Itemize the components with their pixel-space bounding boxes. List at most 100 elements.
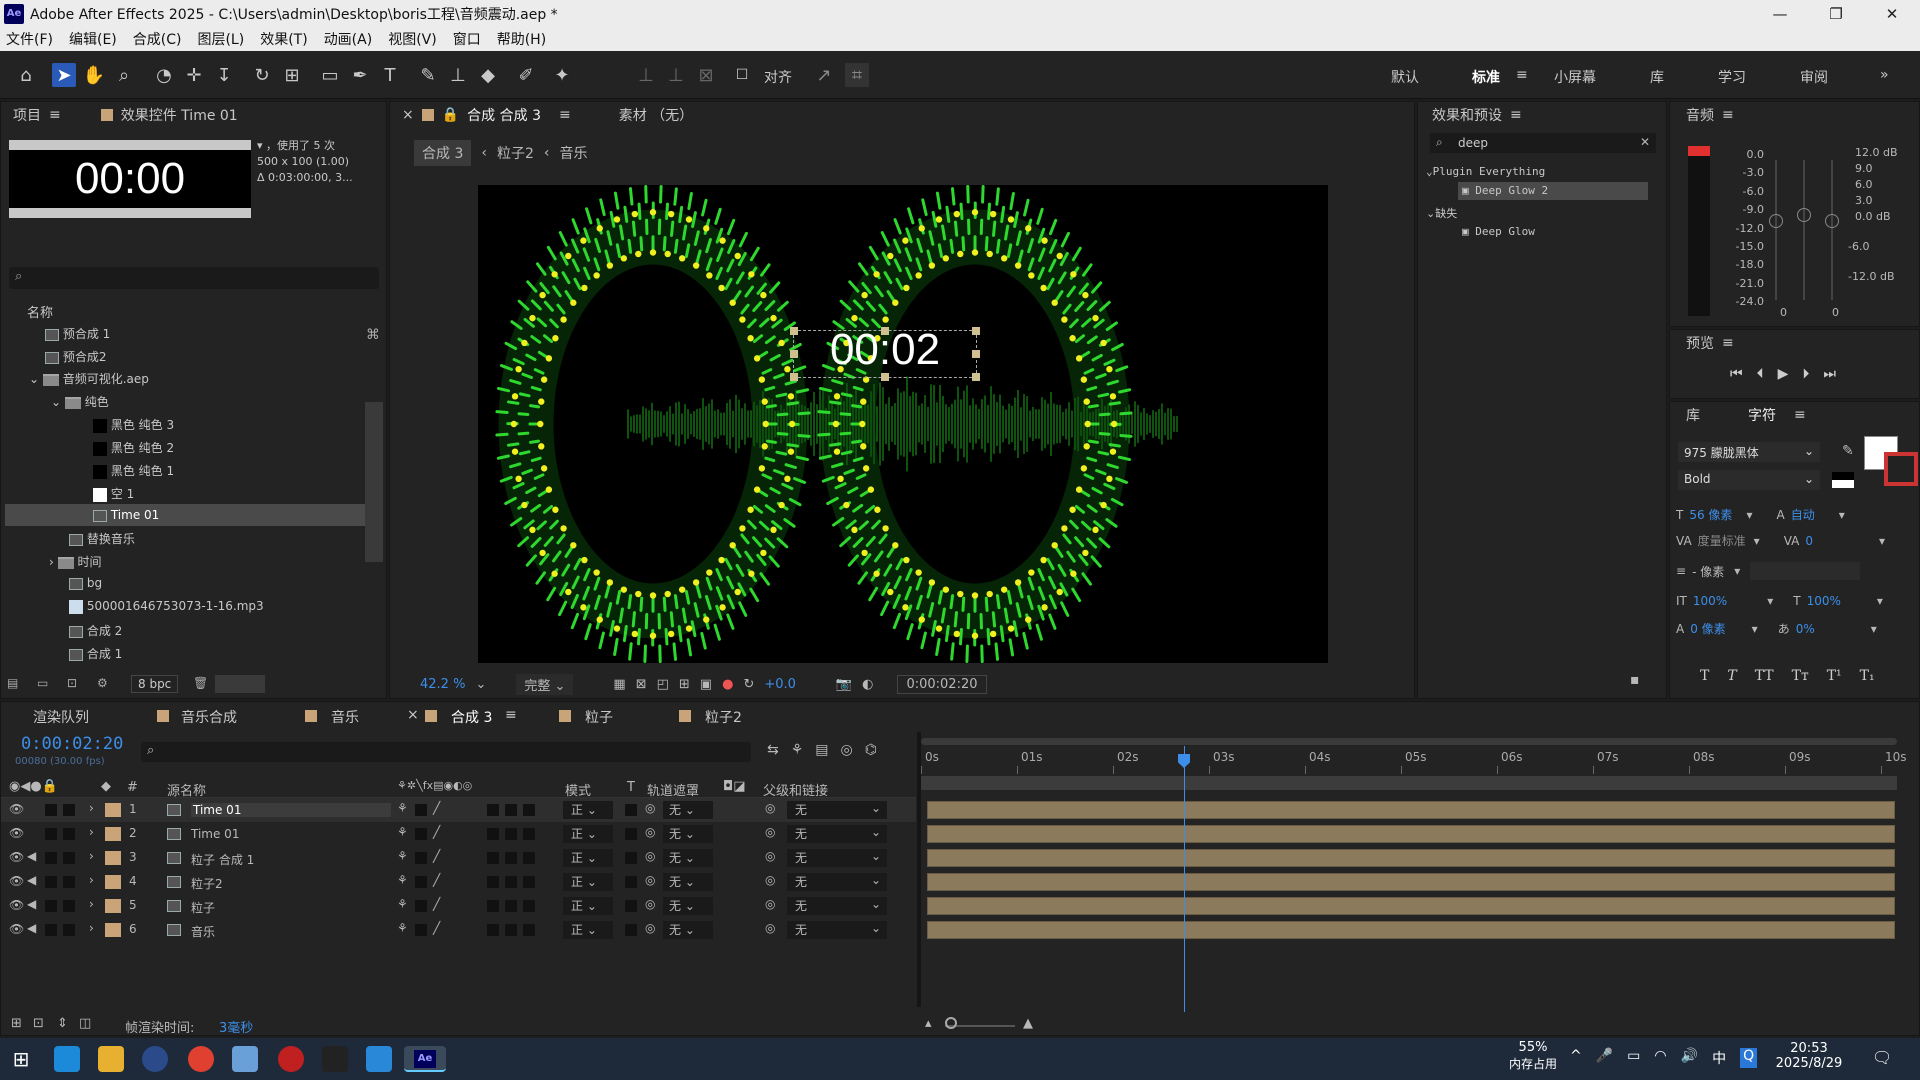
collapse-switch[interactable] bbox=[415, 828, 427, 840]
roto-brush-icon[interactable]: ✐ bbox=[514, 63, 538, 87]
stroke-width-value[interactable]: - 像素 bbox=[1692, 563, 1724, 580]
zoom-value[interactable]: 42.2 % bbox=[420, 677, 465, 692]
zoom-slider-knob[interactable] bbox=[945, 1017, 957, 1029]
layer-row[interactable]: 👁 › 2 Time 01 ⚘ ╱ 正 ⌄ ◎ 无 ⌄ ◎ 无 ⌄ bbox=[1, 822, 916, 846]
orbit-camera-icon[interactable]: ◔ bbox=[152, 63, 176, 87]
superscript-button[interactable]: T¹ bbox=[1827, 668, 1842, 684]
tracking-dropdown[interactable]: ▾ bbox=[1879, 534, 1885, 548]
grid-icon[interactable]: ⊞ bbox=[679, 677, 690, 692]
column-mode[interactable]: 模式 bbox=[565, 780, 591, 799]
draft-3d-icon[interactable]: ⚘ bbox=[791, 742, 804, 758]
adjustment-switch[interactable] bbox=[505, 852, 517, 864]
interpret-footage-icon[interactable]: ▤ bbox=[7, 676, 18, 690]
panel-menu-icon[interactable]: ≡ bbox=[559, 107, 571, 123]
tab-comp3[interactable]: 合成 3 bbox=[451, 707, 492, 727]
collapse-switch[interactable] bbox=[415, 876, 427, 888]
close-tab-icon[interactable]: × bbox=[407, 707, 419, 723]
preserve-transparency[interactable] bbox=[625, 852, 637, 864]
swap-colors-icon[interactable] bbox=[1832, 472, 1854, 488]
app-icon[interactable] bbox=[232, 1046, 258, 1072]
list-item[interactable]: 合成 2 bbox=[69, 622, 122, 639]
work-area-range[interactable] bbox=[921, 776, 1897, 790]
column-name[interactable]: 名称 bbox=[27, 302, 53, 321]
stroke-color-swatch[interactable] bbox=[1884, 452, 1918, 486]
column-number[interactable]: # bbox=[127, 780, 138, 795]
current-time-display[interactable]: 0:00:02:20 bbox=[897, 674, 987, 694]
notification-icon[interactable]: 🗨 bbox=[1872, 1048, 1892, 1067]
collapse-switch[interactable] bbox=[415, 924, 427, 936]
composition-viewport[interactable]: 00:02 bbox=[478, 185, 1328, 663]
solo-toggle[interactable] bbox=[45, 900, 57, 912]
expand-twirl-icon[interactable]: › bbox=[89, 849, 94, 863]
layer-duration-bar[interactable] bbox=[927, 897, 1895, 915]
collapse-switch[interactable] bbox=[415, 804, 427, 816]
zoom-dropdown-icon[interactable]: ⌄ bbox=[475, 677, 486, 692]
layer-label-color[interactable] bbox=[105, 899, 121, 913]
menu-layer[interactable]: 图层(L) bbox=[197, 29, 244, 49]
file-explorer-icon[interactable] bbox=[98, 1046, 124, 1072]
workspace-menu-icon[interactable]: ≡ bbox=[1516, 67, 1528, 83]
browser-icon[interactable] bbox=[142, 1046, 168, 1072]
visibility-eye-icon[interactable]: 👁 bbox=[9, 898, 24, 912]
quality-switch-icon[interactable]: ╱ bbox=[433, 825, 440, 839]
effect-item-deep-glow-2[interactable]: ▣ Deep Glow 2 bbox=[1462, 184, 1548, 197]
menu-view[interactable]: 视图(V) bbox=[388, 29, 437, 49]
tab-particle[interactable]: 粒子 bbox=[585, 707, 613, 727]
edge-browser-icon[interactable] bbox=[54, 1046, 80, 1072]
breadcrumb-comp3[interactable]: 合成 3 bbox=[414, 140, 472, 166]
list-item[interactable]: 替换音乐 bbox=[69, 530, 135, 547]
column-source-name[interactable]: 源名称 bbox=[167, 780, 206, 799]
first-frame-icon[interactable]: ⏮ bbox=[1730, 366, 1743, 382]
layer-duration-bar[interactable] bbox=[927, 825, 1895, 843]
track-matte-select[interactable]: 无 ⌄ bbox=[663, 921, 713, 939]
zoom-in-icon[interactable]: ▲ bbox=[1023, 1016, 1033, 1031]
visibility-eye-icon[interactable]: 👁 bbox=[9, 922, 24, 936]
last-frame-icon[interactable]: ⏭ bbox=[1823, 366, 1836, 382]
shy-switch-icon[interactable]: ⚘ bbox=[397, 873, 408, 887]
matte-pickwhip-icon[interactable]: ◎ bbox=[645, 801, 655, 815]
vertical-scale-value[interactable]: 100% bbox=[1693, 594, 1727, 608]
motion-blur-switch[interactable] bbox=[487, 828, 499, 840]
workspace-standard[interactable]: 标准 bbox=[1472, 67, 1500, 87]
list-item[interactable]: 预合成 1 bbox=[45, 325, 110, 342]
stroke-type-select[interactable] bbox=[1750, 562, 1861, 580]
adjustment-switch[interactable] bbox=[505, 876, 517, 888]
list-item-selected[interactable]: Time 01 bbox=[93, 508, 159, 522]
track-matte-select[interactable]: 无 ⌄ bbox=[663, 873, 713, 891]
lock-toggle[interactable] bbox=[63, 924, 75, 936]
expand-twirl-icon[interactable]: › bbox=[89, 897, 94, 911]
leading-dropdown[interactable]: ▾ bbox=[1839, 508, 1845, 522]
stroke-width-dropdown[interactable]: ▾ bbox=[1734, 564, 1740, 578]
close-button[interactable]: ✕ bbox=[1864, 0, 1920, 27]
motion-blur-switch[interactable] bbox=[487, 876, 499, 888]
matte-pickwhip-icon[interactable]: ◎ bbox=[645, 825, 655, 839]
qq-icon[interactable] bbox=[322, 1046, 348, 1072]
timeline-current-time[interactable]: 0:00:02:20 bbox=[21, 734, 123, 754]
list-item[interactable]: 空 1 bbox=[93, 485, 134, 502]
workspace-libraries[interactable]: 库 bbox=[1650, 67, 1664, 87]
quality-switch-icon[interactable]: ╱ bbox=[433, 921, 440, 935]
track-matte-select[interactable]: 无 ⌄ bbox=[663, 801, 713, 819]
parent-pickwhip-icon[interactable]: ◎ bbox=[765, 873, 775, 887]
eraser-tool-icon[interactable]: ◆ bbox=[476, 63, 500, 87]
solo-toggle[interactable] bbox=[45, 804, 57, 816]
baseline-shift-dropdown[interactable]: ▾ bbox=[1752, 622, 1758, 636]
effects-group[interactable]: ⌄Plugin Everything bbox=[1426, 165, 1545, 178]
menu-animation[interactable]: 动画(A) bbox=[324, 29, 373, 49]
time-ruler[interactable]: 0s 01s 02s 03s 04s 05s 06s 07s 08s 09s 10s bbox=[921, 748, 1907, 776]
home-icon[interactable]: ⌂ bbox=[14, 63, 38, 87]
adjustment-switch[interactable] bbox=[505, 828, 517, 840]
toggle-modes-icon[interactable]: ⊡ bbox=[33, 1016, 44, 1031]
store-icon[interactable] bbox=[366, 1046, 392, 1072]
quality-switch-icon[interactable]: ╱ bbox=[433, 849, 440, 863]
switches-icons[interactable]: ⚘✲╲fx▤◉◐◎ bbox=[397, 779, 472, 792]
workspace-review[interactable]: 审阅 bbox=[1800, 67, 1828, 87]
matte-pickwhip-icon[interactable]: ◎ bbox=[645, 897, 655, 911]
expand-twirl-icon[interactable]: › bbox=[89, 825, 94, 839]
list-item[interactable]: bg bbox=[69, 576, 102, 590]
solo-toggle[interactable] bbox=[45, 852, 57, 864]
parent-pickwhip-icon[interactable]: ◎ bbox=[765, 849, 775, 863]
quality-switch-icon[interactable]: ╱ bbox=[433, 801, 440, 815]
adjustment-switch[interactable] bbox=[505, 924, 517, 936]
font-family-select[interactable]: 975 朦胧黑体 ⌄ bbox=[1678, 442, 1820, 462]
